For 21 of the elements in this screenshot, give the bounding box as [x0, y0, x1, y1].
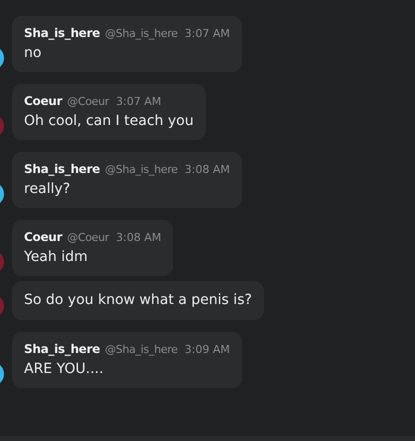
- message-text: no: [24, 45, 42, 61]
- author-handle: @Sha_is_here: [104, 343, 178, 356]
- message-text: really?: [24, 181, 72, 197]
- message-time: 3:08 AM: [184, 163, 230, 176]
- author-name: Sha_is_here: [24, 342, 100, 356]
- message-text: ARE YOU....: [24, 361, 104, 377]
- author-name: Coeur: [24, 230, 62, 244]
- author-name: Sha_is_here: [24, 26, 100, 40]
- message-text: Oh cool, can I teach you: [24, 113, 194, 129]
- message-text: Yeah idm: [24, 249, 89, 265]
- message-time: 3:09 AM: [184, 343, 230, 356]
- message-time: 3:07 AM: [184, 27, 230, 40]
- message-time: 3:07 AM: [116, 95, 162, 108]
- message-time: 3:08 AM: [116, 231, 162, 244]
- author-handle: @Sha_is_here: [104, 27, 178, 40]
- author-name: Sha_is_here: [24, 162, 100, 176]
- author-handle: @Sha_is_here: [104, 163, 178, 176]
- author-name: Coeur: [24, 94, 62, 108]
- message-text: So do you know what a penis is?: [24, 292, 252, 308]
- author-handle: @Coeur: [67, 231, 110, 244]
- author-handle: @Coeur: [67, 95, 110, 108]
